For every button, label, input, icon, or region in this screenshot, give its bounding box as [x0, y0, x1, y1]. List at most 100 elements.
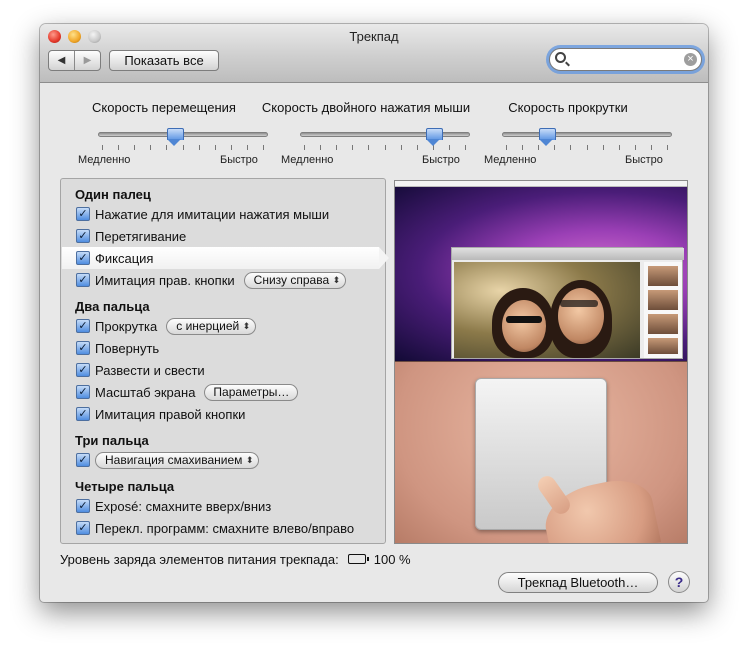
scroll-checkbox[interactable]: ✓: [76, 319, 90, 333]
preferences-window: Трекпад ◀ ▶ Показать все × Скорость пере…: [40, 24, 708, 602]
battery-icon: [347, 554, 369, 564]
slider-tick: [603, 145, 604, 150]
drag-lock-option[interactable]: ✓ Фиксация: [76, 249, 153, 267]
sunglasses: [560, 300, 598, 307]
search-icon: [555, 52, 566, 63]
slider-tick: [417, 145, 418, 150]
tracking-speed-min-label: Медленно: [78, 154, 131, 166]
three-finger-swipe-checkbox[interactable]: ✓: [76, 453, 90, 467]
thumbnail: [648, 290, 678, 310]
preview-screen: [395, 181, 687, 361]
tap-to-click-label: Нажатие для имитации нажатия мыши: [95, 206, 330, 222]
tap-to-click-checkbox[interactable]: ✓: [76, 207, 90, 221]
zoom-options-button[interactable]: Параметры…: [204, 383, 299, 401]
slider-tick: [118, 145, 119, 150]
secondary-click-option[interactable]: ✓ Имитация прав. кнопки Снизу справа: [76, 271, 347, 289]
pinch-checkbox[interactable]: ✓: [76, 363, 90, 377]
bluetooth-trackpad-button[interactable]: Трекпад Bluetooth…: [498, 572, 658, 593]
rotate-option[interactable]: ✓ Повернуть: [76, 339, 159, 357]
help-button[interactable]: ?: [668, 571, 690, 593]
show-all-button[interactable]: Показать все: [109, 50, 219, 71]
dragging-checkbox[interactable]: ✓: [76, 229, 90, 243]
double-click-speed-max-label: Быстро: [422, 154, 460, 166]
slider-tick: [449, 145, 450, 150]
slider-tick: [336, 145, 337, 150]
screen-zoom-label: Масштаб экрана: [95, 384, 196, 400]
battery-label: Уровень заряда элементов питания трекпад…: [60, 551, 339, 567]
slider-tick: [320, 145, 321, 150]
two-finger-secondary-click-label: Имитация правой кнопки: [95, 406, 246, 422]
scroll-speed-label: Скорость прокрутки: [508, 100, 628, 115]
slider-tick: [102, 145, 103, 150]
slider-tick: [368, 145, 369, 150]
slider-tick: [304, 145, 305, 150]
double-click-speed-min-label: Медленно: [281, 154, 334, 166]
slider-tick: [635, 145, 636, 150]
preview-thumbnails: [644, 262, 682, 358]
back-button[interactable]: ◀: [49, 51, 75, 70]
tap-to-click-option[interactable]: ✓ Нажатие для имитации нажатия мыши: [76, 205, 329, 223]
one-finger-heading: Один палец: [75, 187, 151, 202]
slider-tick: [667, 145, 668, 150]
slider-tick: [263, 145, 264, 150]
slider-tick: [215, 145, 216, 150]
dragging-label: Перетягивание: [95, 228, 187, 244]
drag-lock-checkbox[interactable]: ✓: [76, 251, 90, 265]
person-face: [502, 300, 546, 352]
scroll-inertia-popup[interactable]: с инерцией: [166, 317, 257, 335]
preview-desk: [395, 361, 687, 543]
scroll-speed-slider-thumb[interactable]: [539, 128, 556, 146]
expose-label: Exposé: смахните вверх/вниз: [95, 498, 272, 514]
back-arrow-icon: ◀: [57, 55, 66, 66]
two-fingers-heading: Два пальца: [75, 299, 150, 314]
search-input[interactable]: [572, 51, 680, 68]
screen-zoom-checkbox[interactable]: ✓: [76, 385, 90, 399]
slider-tick: [183, 145, 184, 150]
slider-tick: [587, 145, 588, 150]
scroll-option[interactable]: ✓ Прокрутка с инерцией: [76, 317, 257, 335]
title-bar: Трекпад ◀ ▶ Показать все ×: [40, 24, 708, 83]
slider-tick: [199, 145, 200, 150]
three-finger-swipe-option[interactable]: ✓ Навигация смахиванием: [76, 451, 260, 469]
two-finger-secondary-click-checkbox[interactable]: ✓: [76, 407, 90, 421]
secondary-click-checkbox[interactable]: ✓: [76, 273, 90, 287]
expose-checkbox[interactable]: ✓: [76, 499, 90, 513]
slider-tick: [247, 145, 248, 150]
switch-apps-checkbox[interactable]: ✓: [76, 521, 90, 535]
dragging-option[interactable]: ✓ Перетягивание: [76, 227, 186, 245]
expose-option[interactable]: ✓ Exposé: смахните вверх/вниз: [76, 497, 271, 515]
pinch-option[interactable]: ✓ Развести и свести: [76, 361, 205, 379]
slider-tick: [522, 145, 523, 150]
switch-apps-option[interactable]: ✓ Перекл. программ: смахните влево/вправ…: [76, 519, 354, 537]
scroll-speed-ticks: [506, 145, 668, 150]
gesture-preview-video: [394, 180, 688, 544]
scroll-speed-max-label: Быстро: [625, 154, 663, 166]
secondary-click-label: Имитация прав. кнопки: [95, 272, 235, 288]
sunglasses: [506, 316, 542, 323]
double-click-speed-track[interactable]: [300, 132, 470, 137]
forward-button[interactable]: ▶: [75, 51, 100, 70]
battery-status: Уровень заряда элементов питания трекпад…: [60, 550, 411, 568]
screen-zoom-option[interactable]: ✓ Масштаб экрана Параметры…: [76, 383, 299, 401]
tracking-speed-ticks: [102, 145, 264, 150]
scroll-speed-track[interactable]: [502, 132, 672, 137]
slider-tick: [465, 145, 466, 150]
rotate-label: Повернуть: [95, 340, 160, 356]
tracking-speed-slider-thumb[interactable]: [167, 128, 184, 146]
double-click-speed-ticks: [304, 145, 466, 150]
forward-arrow-icon: ▶: [83, 55, 92, 66]
secondary-click-corner-popup[interactable]: Снизу справа: [243, 271, 347, 289]
rotate-checkbox[interactable]: ✓: [76, 341, 90, 355]
clear-search-icon[interactable]: ×: [684, 53, 697, 66]
tracking-speed-max-label: Быстро: [220, 154, 258, 166]
double-click-speed-label: Скорость двойного нажатия мыши: [261, 100, 471, 115]
slider-tick: [150, 145, 151, 150]
swipe-navigation-popup[interactable]: Навигация смахиванием: [95, 451, 260, 469]
slider-tick: [619, 145, 620, 150]
double-click-speed-slider-thumb[interactable]: [426, 128, 443, 146]
slider-tick: [134, 145, 135, 150]
thumbnail: [648, 266, 678, 286]
two-finger-secondary-click-option[interactable]: ✓ Имитация правой кнопки: [76, 405, 245, 423]
scroll-speed-min-label: Медленно: [484, 154, 537, 166]
search-field[interactable]: ×: [549, 48, 702, 71]
